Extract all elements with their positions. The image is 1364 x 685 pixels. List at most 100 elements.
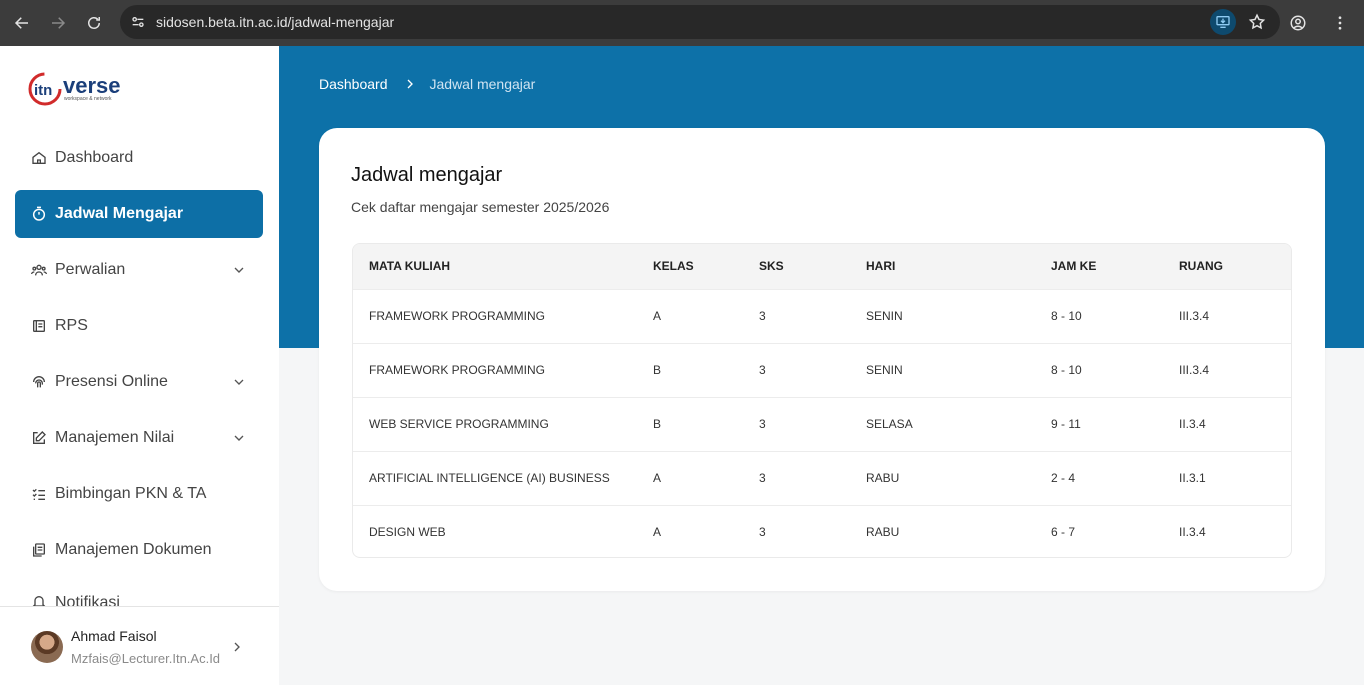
breadcrumb-current: Jadwal mengajar xyxy=(429,76,536,92)
bell-icon xyxy=(31,594,47,606)
user-name: Ahmad Faisol xyxy=(71,628,157,644)
table-row: FRAMEWORK PROGRAMMING A 3 SENIN 8 - 10 I… xyxy=(353,288,1291,343)
cell-jam-ke: 2 - 4 xyxy=(1035,450,1163,505)
cell-hari: RABU xyxy=(850,450,1035,505)
edit-icon xyxy=(31,430,47,446)
cell-sks: 3 xyxy=(743,450,850,505)
back-arrow-icon[interactable] xyxy=(4,5,40,41)
column-header: SKS xyxy=(743,244,850,289)
chevron-right-icon xyxy=(234,642,240,652)
column-header: HARI xyxy=(850,244,1035,289)
sidebar-item-bimbingan[interactable]: Bimbingan PKN & TA xyxy=(15,470,263,518)
cell-sks: 3 xyxy=(743,342,850,397)
sidebar-item-label: Bimbingan PKN & TA xyxy=(55,485,207,502)
sidebar-item-label: Perwalian xyxy=(55,261,126,278)
user-profile[interactable]: Ahmad Faisol Mzfais@Lecturer.Itn.Ac.Id xyxy=(0,606,279,685)
install-app-icon[interactable] xyxy=(1210,9,1236,35)
itn-verse-logo[interactable]: itn verse workspace & network xyxy=(28,72,121,106)
sidebar-item-label: Notifikasi xyxy=(55,594,120,606)
cell-ruang: II.3.4 xyxy=(1163,504,1291,557)
sidebar-item-dashboard[interactable]: Dashboard xyxy=(15,134,263,182)
breadcrumb: Dashboard Jadwal mengajar xyxy=(319,76,535,92)
logo-text: verse xyxy=(63,73,121,98)
page-title: Jadwal mengajar xyxy=(351,164,503,186)
sidebar-item-manajemen-dokumen[interactable]: Manajemen Dokumen xyxy=(15,526,263,574)
cell-hari: RABU xyxy=(850,504,1035,557)
cell-hari: SELASA xyxy=(850,396,1035,451)
kebab-menu-icon[interactable] xyxy=(1322,5,1358,41)
sidebar-item-notifikasi[interactable]: Notifikasi xyxy=(15,582,263,606)
cell-sks: 3 xyxy=(743,288,850,343)
cell-jam-ke: 8 - 10 xyxy=(1035,342,1163,397)
cell-mata-kuliah: FRAMEWORK PROGRAMMING xyxy=(353,288,637,343)
column-header: RUANG xyxy=(1163,244,1291,289)
cell-sks: 3 xyxy=(743,504,850,557)
cell-jam-ke: 8 - 10 xyxy=(1035,288,1163,343)
cell-kelas: B xyxy=(637,342,743,397)
cell-hari: SENIN xyxy=(850,288,1035,343)
avatar xyxy=(31,631,63,663)
checklist-icon xyxy=(31,486,47,502)
url-text: sidosen.beta.itn.ac.id/jadwal-mengajar xyxy=(156,14,395,30)
reload-icon[interactable] xyxy=(76,5,112,41)
sidebar-item-perwalian[interactable]: Perwalian xyxy=(15,246,263,294)
cell-jam-ke: 9 - 11 xyxy=(1035,396,1163,451)
schedule-table: MATA KULIAH KELAS SKS HARI JAM KE RUANG … xyxy=(352,243,1292,558)
sidebar: itn verse workspace & network Dashboard … xyxy=(0,46,279,685)
cell-ruang: III.3.4 xyxy=(1163,342,1291,397)
cell-ruang: II.3.1 xyxy=(1163,450,1291,505)
page-subtitle: Cek daftar mengajar semester 2025/2026 xyxy=(351,199,610,215)
sidebar-item-label: Presensi Online xyxy=(55,373,168,390)
sidebar-item-label: RPS xyxy=(55,317,88,334)
cell-mata-kuliah: FRAMEWORK PROGRAMMING xyxy=(353,342,637,397)
stopwatch-icon xyxy=(31,206,47,222)
cell-hari: SENIN xyxy=(850,342,1035,397)
site-settings-icon[interactable] xyxy=(120,14,156,30)
column-header: JAM KE xyxy=(1035,244,1163,289)
cell-ruang: III.3.4 xyxy=(1163,288,1291,343)
address-bar[interactable]: sidosen.beta.itn.ac.id/jadwal-mengajar xyxy=(120,5,1280,39)
cell-jam-ke: 6 - 7 xyxy=(1035,504,1163,557)
cell-kelas: B xyxy=(637,396,743,451)
cell-ruang: II.3.4 xyxy=(1163,396,1291,451)
bookmark-star-icon[interactable] xyxy=(1244,9,1270,35)
fingerprint-icon xyxy=(31,374,47,390)
sidebar-item-label: Dashboard xyxy=(55,149,134,166)
cell-mata-kuliah: ARTIFICIAL INTELLIGENCE (AI) BUSINESS xyxy=(353,450,637,505)
sidebar-item-manajemen-nilai[interactable]: Manajemen Nilai xyxy=(15,414,263,462)
cell-kelas: A xyxy=(637,450,743,505)
sidebar-item-rps[interactable]: RPS xyxy=(15,302,263,350)
sidebar-item-jadwal-mengajar[interactable]: Jadwal Mengajar xyxy=(15,190,263,238)
home-icon xyxy=(31,150,47,166)
chevron-down-icon xyxy=(234,379,244,385)
table-header-row: MATA KULIAH KELAS SKS HARI JAM KE RUANG xyxy=(353,244,1291,289)
cell-kelas: A xyxy=(637,504,743,557)
svg-text:itn: itn xyxy=(34,82,52,99)
sidebar-item-label: Manajemen Dokumen xyxy=(55,541,212,558)
itn-logo-icon: itn xyxy=(28,72,62,106)
user-email: Mzfais@Lecturer.Itn.Ac.Id xyxy=(71,651,221,666)
browser-toolbar: sidosen.beta.itn.ac.id/jadwal-mengajar xyxy=(0,0,1364,46)
table-row: ARTIFICIAL INTELLIGENCE (AI) BUSINESS A … xyxy=(353,450,1291,505)
breadcrumb-home-link[interactable]: Dashboard xyxy=(319,76,388,92)
sidebar-item-presensi-online[interactable]: Presensi Online xyxy=(15,358,263,406)
sidebar-item-label: Manajemen Nilai xyxy=(55,429,175,446)
forward-arrow-icon[interactable] xyxy=(40,5,76,41)
cell-mata-kuliah: WEB SERVICE PROGRAMMING xyxy=(353,396,637,451)
column-header: KELAS xyxy=(637,244,743,289)
cell-mata-kuliah: DESIGN WEB xyxy=(353,504,637,557)
profile-icon[interactable] xyxy=(1280,5,1316,41)
users-icon xyxy=(31,262,47,278)
cell-kelas: A xyxy=(637,288,743,343)
chevron-right-icon xyxy=(407,79,413,89)
schedule-card: Jadwal mengajar Cek daftar mengajar seme… xyxy=(319,128,1325,591)
table-row: WEB SERVICE PROGRAMMING B 3 SELASA 9 - 1… xyxy=(353,396,1291,451)
document-icon xyxy=(31,318,47,334)
column-header: MATA KULIAH xyxy=(353,244,637,289)
chevron-down-icon xyxy=(234,435,244,441)
sidebar-item-label: Jadwal Mengajar xyxy=(55,205,184,222)
files-icon xyxy=(31,542,47,558)
cell-sks: 3 xyxy=(743,396,850,451)
table-row: DESIGN WEB A 3 RABU 6 - 7 II.3.4 xyxy=(353,504,1291,557)
table-row: FRAMEWORK PROGRAMMING B 3 SENIN 8 - 10 I… xyxy=(353,342,1291,397)
